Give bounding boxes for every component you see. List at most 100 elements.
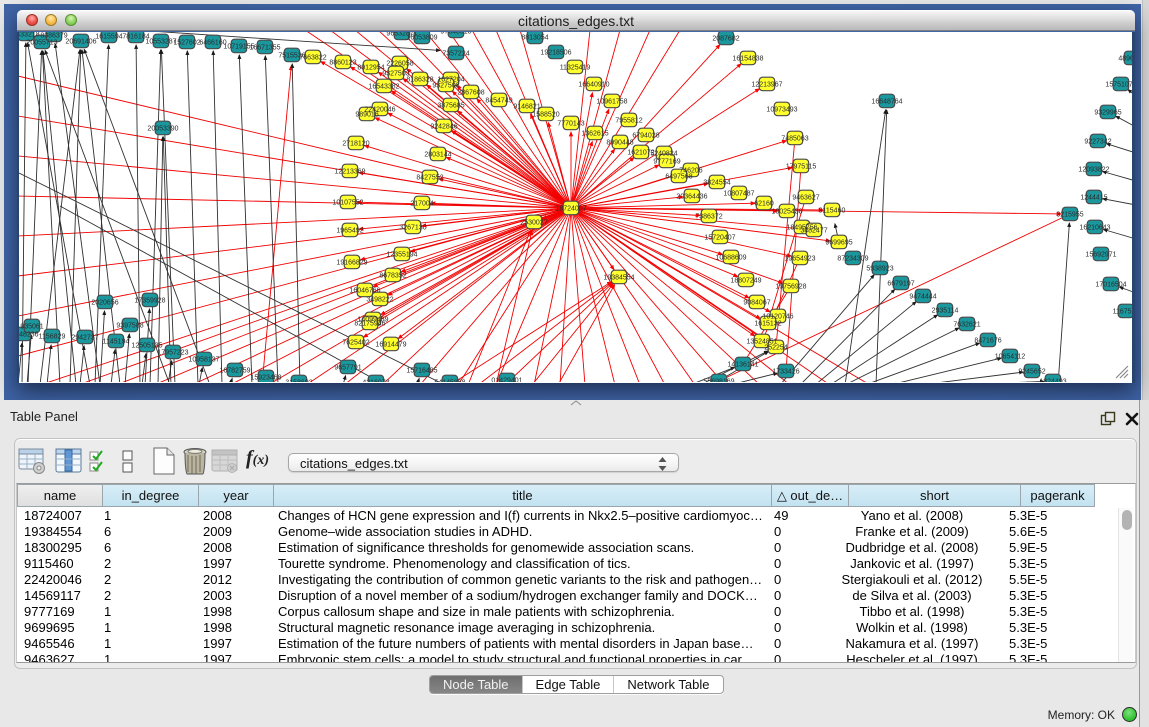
svg-text:9245652: 9245652	[1018, 369, 1045, 376]
svg-text:9777169: 9777169	[653, 159, 680, 166]
svg-text:17957223: 17957223	[157, 350, 188, 357]
svg-text:20691406: 20691406	[65, 39, 96, 46]
svg-text:10120746: 10120746	[762, 314, 793, 321]
svg-text:65648236: 65648236	[19, 332, 39, 339]
svg-text:252254: 252254	[764, 345, 787, 352]
svg-text:6794028: 6794028	[632, 133, 659, 140]
svg-text:15751074: 15751074	[1105, 82, 1132, 89]
svg-text:18724007: 18724007	[555, 206, 586, 213]
svg-text:2020656: 2020656	[91, 300, 118, 307]
svg-text:12093822: 12093822	[1078, 167, 1109, 174]
svg-text:1167531: 1167531	[1113, 309, 1132, 316]
svg-text:4216073: 4216073	[362, 380, 389, 383]
svg-text:16782759: 16782759	[219, 368, 250, 375]
svg-text:9657791: 9657791	[334, 365, 361, 372]
svg-text:16154838: 16154838	[732, 56, 763, 63]
svg-text:19384554: 19384554	[603, 275, 634, 282]
svg-text:9327508: 9327508	[432, 83, 459, 90]
svg-text:9084067: 9084067	[743, 300, 770, 307]
svg-text:3482477: 3482477	[800, 228, 827, 235]
svg-text:9463627: 9463627	[792, 195, 819, 202]
svg-text:87234309: 87234309	[837, 256, 868, 263]
svg-text:7386372: 7386372	[695, 214, 722, 221]
svg-text:14136141: 14136141	[727, 362, 758, 369]
svg-text:10654112: 10654112	[995, 354, 1026, 361]
svg-text:7955812: 7955812	[615, 118, 642, 125]
svg-text:7625402: 7625402	[342, 340, 369, 347]
svg-text:10958137: 10958137	[188, 357, 219, 364]
svg-text:935061: 935061	[20, 324, 43, 331]
svg-text:19166829: 19166829	[336, 260, 367, 267]
svg-text:10973493: 10973493	[766, 107, 797, 114]
svg-text:3498222: 3498222	[366, 297, 393, 304]
svg-text:989016: 989016	[355, 112, 378, 119]
svg-text:16543382: 16543382	[368, 84, 399, 91]
svg-text:217004: 217004	[410, 201, 433, 208]
svg-text:12213369: 12213369	[334, 169, 365, 176]
svg-text:15716485: 15716485	[406, 368, 437, 375]
svg-text:1244415: 1244415	[1080, 195, 1107, 202]
svg-text:12355194: 12355194	[386, 252, 417, 259]
svg-text:19218506: 19218506	[540, 50, 571, 57]
svg-text:54145868: 54145868	[434, 380, 465, 383]
svg-text:12213967: 12213967	[751, 82, 782, 89]
svg-text:97848018: 97848018	[440, 32, 471, 36]
svg-text:16210643: 16210643	[1079, 225, 1110, 232]
svg-text:9146821: 9146821	[513, 104, 540, 111]
svg-text:8427552: 8427552	[416, 175, 443, 182]
svg-text:82175946: 82175946	[354, 321, 385, 328]
svg-text:20055713: 20055713	[26, 40, 57, 47]
svg-text:10107552: 10107552	[332, 200, 363, 207]
svg-text:3824554: 3824554	[703, 180, 730, 187]
svg-text:5938923: 5938923	[866, 266, 893, 273]
svg-text:2530027: 2530027	[520, 220, 547, 227]
svg-text:17016504: 17016504	[1095, 282, 1126, 289]
svg-text:3875685: 3875685	[437, 103, 464, 110]
svg-text:7632621: 7632621	[953, 322, 980, 329]
svg-text:20053390: 20053390	[147, 126, 178, 133]
svg-text:2087682: 2087682	[712, 36, 739, 43]
svg-text:19654923: 19654923	[784, 256, 815, 263]
svg-text:1615594: 1615594	[95, 34, 122, 41]
svg-text:9699695: 9699695	[825, 240, 852, 247]
svg-text:18807249: 18807249	[730, 278, 761, 285]
svg-text:1965492: 1965492	[336, 228, 363, 235]
svg-text:7663822: 7663822	[299, 55, 326, 62]
svg-text:16648764: 16648764	[871, 99, 902, 106]
svg-text:12505135: 12505135	[131, 343, 162, 350]
svg-text:8471676: 8471676	[974, 338, 1001, 345]
svg-text:10553287: 10553287	[145, 39, 176, 46]
svg-text:9474444: 9474444	[909, 294, 936, 301]
svg-text:2867608: 2867608	[457, 90, 484, 97]
svg-text:1156829: 1156829	[39, 334, 66, 341]
svg-text:1615132: 1615132	[754, 321, 781, 328]
svg-text:62160: 62160	[754, 201, 774, 208]
svg-text:1733426: 1733426	[772, 369, 799, 376]
svg-text:8186328: 8186328	[406, 77, 433, 84]
svg-text:16053809: 16053809	[406, 35, 437, 42]
svg-text:8990448: 8990448	[606, 140, 633, 147]
svg-text:8813054: 8813054	[521, 35, 548, 42]
svg-text:7357224: 7357224	[442, 51, 469, 58]
svg-text:9397588: 9397588	[116, 323, 143, 330]
svg-text:1588520: 1588520	[532, 112, 559, 119]
svg-text:16046766: 16046766	[349, 288, 380, 295]
svg-text:7770143: 7770143	[557, 121, 584, 128]
svg-text:3158692: 3158692	[285, 380, 312, 383]
svg-text:8860123: 8860123	[329, 60, 356, 67]
svg-text:3215955: 3215955	[1056, 212, 1083, 219]
svg-text:10807487: 10807487	[723, 191, 754, 198]
svg-text:15923468: 15923468	[250, 375, 281, 382]
svg-text:55698169: 55698169	[703, 379, 734, 383]
svg-text:0433218: 0433218	[19, 32, 40, 39]
svg-text:19756928: 19756928	[775, 284, 806, 291]
svg-text:2935114: 2935114	[932, 308, 959, 315]
svg-text:10961758: 10961758	[596, 99, 627, 106]
svg-text:9227342: 9227342	[1084, 139, 1111, 146]
svg-text:2226058: 2226058	[386, 61, 413, 68]
svg-text:9329965: 9329965	[1094, 110, 1121, 117]
svg-text:15720407: 15720407	[704, 235, 735, 242]
svg-text:16914479: 16914479	[375, 342, 406, 349]
svg-text:6497568: 6497568	[665, 174, 692, 181]
svg-text:01429401: 01429401	[491, 378, 522, 383]
